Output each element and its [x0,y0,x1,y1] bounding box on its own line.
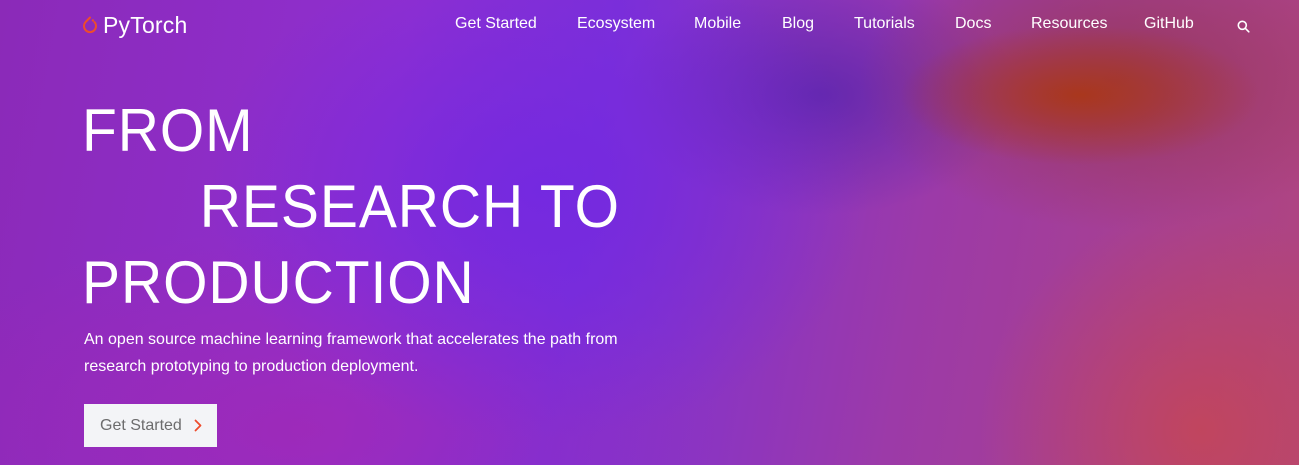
nav-item-ecosystem[interactable]: Ecosystem [577,15,655,33]
hero-title-line-2: RESEARCH TO [199,173,620,240]
hero-title-line-1: FROM [82,97,254,164]
chevron-right-icon [194,419,202,432]
hero-title: FROM RESEARCH TO PRODUCTION [82,93,648,321]
hero-description: An open source machine learning framewor… [84,331,618,375]
main-nav: Get Started Ecosystem Mobile Blog Tutori… [0,15,1299,35]
get-started-button-label: Get Started [100,416,182,434]
nav-item-github[interactable]: GitHub [1144,15,1194,33]
hero-title-line-3: PRODUCTION [82,249,475,316]
nav-item-docs[interactable]: Docs [955,15,991,33]
nav-item-blog[interactable]: Blog [782,15,814,33]
get-started-button[interactable]: Get Started [84,404,217,447]
site-header: PyTorch Get Started Ecosystem Mobile Blo… [0,0,1299,50]
nav-item-resources[interactable]: Resources [1031,15,1107,33]
nav-item-mobile[interactable]: Mobile [694,15,741,33]
nav-item-tutorials[interactable]: Tutorials [854,15,915,33]
nav-item-get-started[interactable]: Get Started [455,15,537,33]
search-icon[interactable] [1237,20,1250,33]
